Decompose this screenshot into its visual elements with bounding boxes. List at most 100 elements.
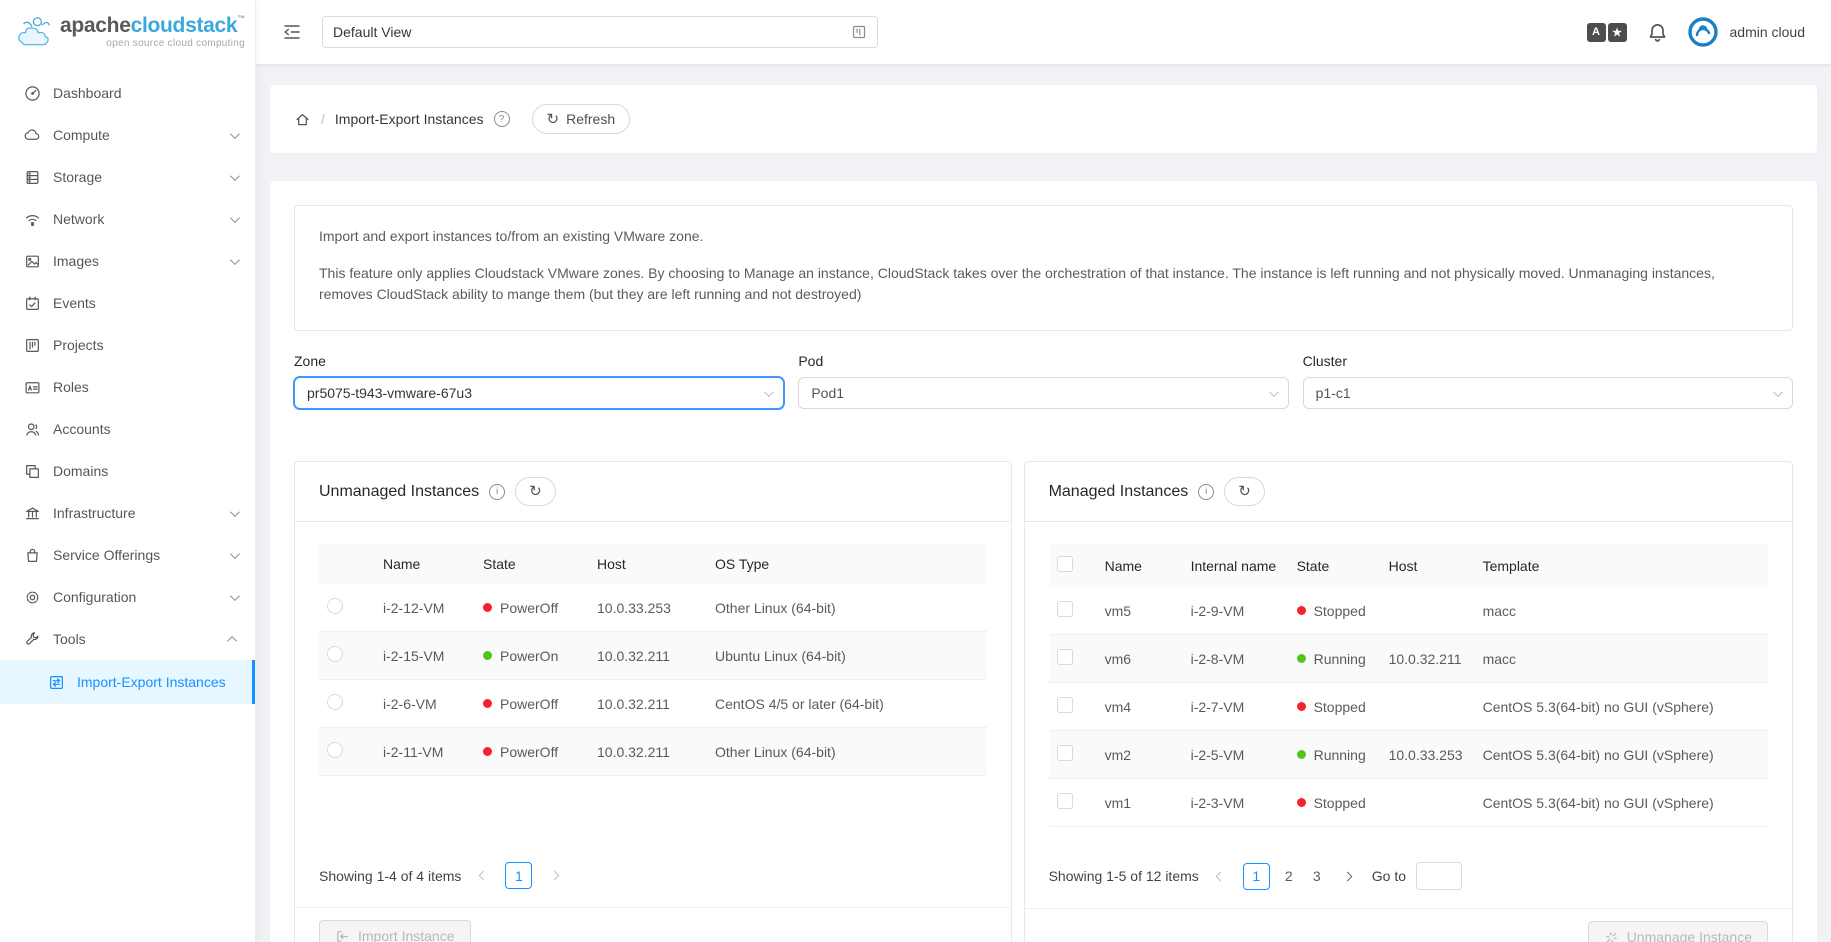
table-row[interactable]: i-2-11-VM PowerOff 10.0.32.211 Other Lin… (319, 728, 987, 776)
chevron-up-icon (227, 635, 237, 645)
row-radio[interactable] (327, 598, 343, 614)
info-icon[interactable]: i (489, 484, 505, 500)
sidebar-item-label: Domains (53, 463, 108, 479)
table-row[interactable]: vm4 i-2-7-VM Stopped CentOS 5.3(64-bit) … (1049, 683, 1768, 731)
cluster-select[interactable]: p1-c1 (1303, 377, 1793, 409)
unmanaged-refresh-button[interactable]: ↻ (515, 477, 556, 506)
sidebar-item-service-offerings[interactable]: Service Offerings (0, 534, 255, 576)
page-button-1[interactable]: 1 (505, 862, 532, 889)
row-checkbox[interactable] (1057, 793, 1073, 809)
page-title: Import-Export Instances (335, 111, 484, 127)
sidebar-item-label: Service Offerings (53, 547, 160, 563)
page-button-3[interactable]: 3 (1308, 868, 1326, 884)
cell-host: 10.0.33.253 (589, 584, 707, 632)
sidebar-item-tools[interactable]: Tools (0, 618, 255, 660)
managed-pagination: Showing 1-5 of 12 items 1 2 3 Go to (1049, 862, 1768, 890)
menu-fold-icon[interactable] (282, 22, 302, 42)
bell-icon[interactable] (1647, 22, 1668, 43)
row-checkbox[interactable] (1057, 697, 1073, 713)
table-row[interactable]: vm2 i-2-5-VM Running 10.0.33.253 CentOS … (1049, 731, 1768, 779)
translate-icon[interactable]: A★ (1587, 23, 1627, 42)
import-instance-button[interactable]: Import Instance (319, 920, 471, 942)
table-row[interactable]: vm5 i-2-9-VM Stopped macc (1049, 587, 1768, 635)
page-button-2[interactable]: 2 (1280, 868, 1298, 884)
next-page-button[interactable] (542, 864, 566, 888)
user-name[interactable]: admin cloud (1730, 24, 1806, 40)
table-row[interactable]: vm1 i-2-3-VM Stopped CentOS 5.3(64-bit) … (1049, 779, 1768, 827)
cell-host (1381, 587, 1475, 635)
project-view-icon (851, 24, 867, 40)
help-icon[interactable]: ? (494, 111, 510, 127)
cell-state: Running (1314, 747, 1366, 763)
sidebar-item-configuration[interactable]: Configuration (0, 576, 255, 618)
cell-internal-name: i-2-3-VM (1183, 779, 1289, 827)
cell-name: i-2-12-VM (375, 584, 475, 632)
sidebar-item-roles[interactable]: Roles (0, 366, 255, 408)
row-radio[interactable] (327, 742, 343, 758)
sidebar-item-domains[interactable]: Domains (0, 450, 255, 492)
row-checkbox[interactable] (1057, 601, 1073, 617)
goto-label: Go to (1372, 868, 1406, 884)
chevron-down-icon (230, 549, 240, 559)
status-dot (483, 651, 492, 660)
page-button-1[interactable]: 1 (1243, 863, 1270, 890)
row-radio[interactable] (327, 646, 343, 662)
zone-select[interactable]: pr5075-t943-vmware-67u3 (294, 377, 784, 409)
view-select[interactable]: Default View (322, 16, 878, 48)
zone-select-value: pr5075-t943-vmware-67u3 (307, 385, 472, 401)
dashboard-icon (24, 85, 41, 102)
pagination-summary: Showing 1-4 of 4 items (319, 868, 461, 884)
reload-icon: ↻ (529, 484, 542, 499)
app-root: apachecloudstack™ open source cloud comp… (0, 0, 1831, 942)
sidebar-item-infrastructure[interactable]: Infrastructure (0, 492, 255, 534)
unmanaged-table-wrap: Name State Host OS Type (319, 544, 987, 830)
unmanaged-instances-card: Unmanaged Instances i ↻ (294, 461, 1012, 942)
row-checkbox[interactable] (1057, 649, 1073, 665)
row-radio[interactable] (327, 694, 343, 710)
sidebar-item-dashboard[interactable]: Dashboard (0, 72, 255, 114)
sidebar-item-images[interactable]: Images (0, 240, 255, 282)
pod-select[interactable]: Pod1 (798, 377, 1288, 409)
select-all-checkbox[interactable] (1057, 556, 1073, 572)
status-dot (483, 699, 492, 708)
table-row[interactable]: vm6 i-2-8-VM Running 10.0.32.211 macc (1049, 635, 1768, 683)
sidebar-item-label: Configuration (53, 589, 136, 605)
next-page-button[interactable] (1336, 864, 1360, 888)
import-export-icon (48, 674, 65, 691)
managed-card-footer: Unmanage Instance (1025, 908, 1792, 942)
managed-refresh-button[interactable]: ↻ (1224, 477, 1265, 506)
content-card: Import and export instances to/from an e… (270, 181, 1817, 942)
sidebar-item-accounts[interactable]: Accounts (0, 408, 255, 450)
column-header-internal-name: Internal name (1183, 544, 1289, 587)
column-header-os-type: OS Type (707, 544, 987, 584)
home-icon[interactable] (294, 111, 311, 128)
prev-page-button[interactable] (1209, 864, 1233, 888)
unmanaged-table: Name State Host OS Type (319, 544, 987, 776)
shopping-bag-icon (24, 547, 41, 564)
info-icon[interactable]: i (1198, 484, 1214, 500)
sidebar-item-compute[interactable]: Compute (0, 114, 255, 156)
table-row[interactable]: i-2-6-VM PowerOff 10.0.32.211 CentOS 4/5… (319, 680, 987, 728)
unmanage-instance-button[interactable]: Unmanage Instance (1588, 921, 1768, 942)
row-checkbox[interactable] (1057, 745, 1073, 761)
goto-page-input[interactable] (1416, 862, 1462, 890)
cell-state: Running (1314, 651, 1366, 667)
chevron-down-icon (230, 171, 240, 181)
sidebar-item-projects[interactable]: Projects (0, 324, 255, 366)
sidebar-item-events[interactable]: Events (0, 282, 255, 324)
breadcrumb: / Import-Export Instances ? ↻ Refresh (270, 85, 1817, 153)
managed-instances-card: Managed Instances i ↻ (1024, 461, 1793, 942)
cell-os-type: Other Linux (64-bit) (707, 584, 987, 632)
table-row[interactable]: i-2-15-VM PowerOn 10.0.32.211 Ubuntu Lin… (319, 632, 987, 680)
refresh-button[interactable]: ↻ Refresh (532, 104, 631, 134)
sidebar-item-network[interactable]: Network (0, 198, 255, 240)
cell-name: i-2-6-VM (375, 680, 475, 728)
managed-card-header: Managed Instances i ↻ (1025, 462, 1792, 522)
sidebar-item-storage[interactable]: Storage (0, 156, 255, 198)
avatar[interactable] (1688, 17, 1718, 47)
sidebar-item-import-export-instances[interactable]: Import-Export Instances (0, 660, 255, 704)
table-row[interactable]: i-2-12-VM PowerOff 10.0.33.253 Other Lin… (319, 584, 987, 632)
prev-page-button[interactable] (471, 864, 495, 888)
column-header-state: State (1289, 544, 1381, 587)
chevron-down-icon (230, 255, 240, 265)
